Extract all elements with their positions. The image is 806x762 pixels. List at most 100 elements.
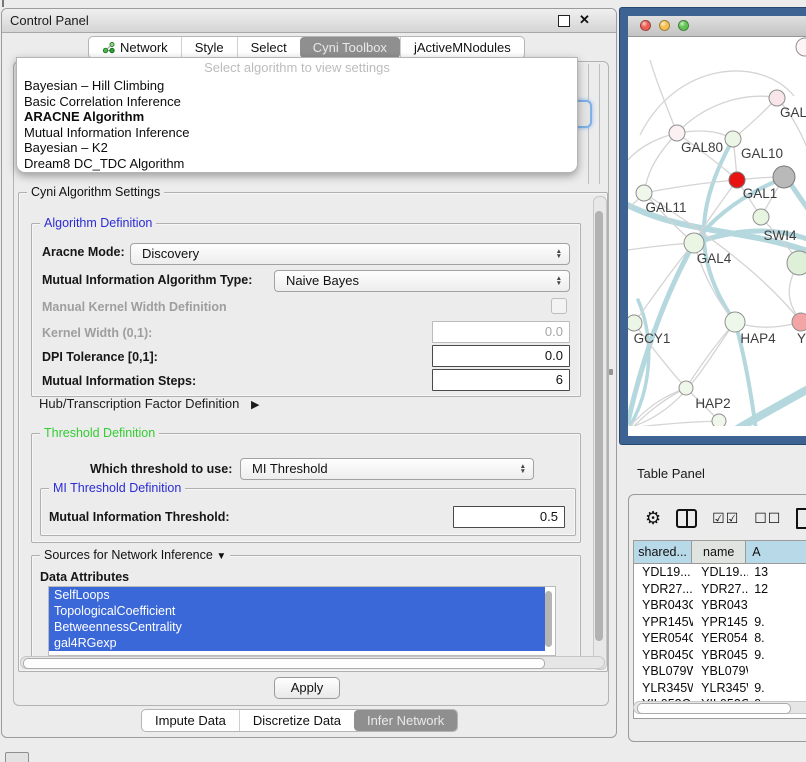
network-node-gal4[interactable] (684, 233, 704, 253)
table-toolbar: ⚙ ☑☑ ☐☐ (645, 507, 806, 529)
algorithm-option-mutual-information-inference[interactable]: Mutual Information Inference (17, 125, 577, 141)
table-row[interactable]: YBL079WYBL079W (634, 663, 806, 680)
tab-discretize-data[interactable]: Discretize Data (239, 710, 354, 731)
node-label-hap4: HAP4 (740, 331, 776, 346)
panel-divider-grip[interactable] (609, 369, 613, 375)
settings-vertical-scrollbar[interactable] (593, 196, 607, 670)
sources-title: Sources for Network Inference (44, 548, 213, 562)
attribute-item-topologicalcoefficient[interactable]: TopologicalCoefficient (49, 603, 545, 619)
node-label-gal1: GAL1 (743, 186, 778, 201)
tab-style[interactable]: Style (181, 37, 237, 58)
attribute-item-selfloops[interactable]: SelfLoops (49, 587, 545, 603)
settings-gear-icon[interactable]: ⚙ (645, 508, 661, 528)
tab-infer-network[interactable]: Infer Network (354, 710, 457, 731)
sources-collapse-toggle[interactable]: Sources for Network Inference ▼ (40, 548, 230, 562)
mi-threshold-field[interactable]: 0.5 (453, 506, 565, 528)
table-row[interactable]: YBR043CYBR043C (634, 597, 806, 614)
aracne-mode-combobox[interactable]: Discovery (130, 243, 570, 265)
zoom-button[interactable] (678, 20, 689, 31)
network-node[interactable] (787, 251, 806, 275)
table-panel-window: ⚙☑☑☐☐ shared...nameA YDL19...YDL19...13Y… (628, 494, 806, 742)
tab-select[interactable]: Select (237, 37, 300, 58)
node-label-gal4: GAL4 (697, 251, 732, 266)
apply-button[interactable]: Apply (274, 677, 340, 699)
network-node[interactable] (796, 38, 806, 56)
table-row[interactable]: YLR345WYLR345W9. (634, 680, 806, 697)
column-header-shared-[interactable]: shared... (634, 541, 692, 564)
kernel-width-field[interactable]: 0.0 (432, 321, 570, 343)
settings-horizontal-scrollbar-thumb[interactable] (23, 658, 545, 669)
unchecked-columns-icon[interactable]: ☐☐ (754, 510, 781, 527)
checked-columns-icon[interactable]: ☑☑ (712, 510, 739, 527)
network-node-gal11[interactable] (636, 185, 652, 201)
attributes-scrollbar-thumb[interactable] (545, 591, 552, 647)
mi-steps-label: Mutual Information Steps: (42, 374, 196, 388)
table-horizontal-scrollbar-thumb[interactable] (637, 703, 791, 714)
manual-kernel-label: Manual Kernel Width Definition (42, 300, 227, 314)
settings-vertical-scrollbar-thumb[interactable] (595, 211, 603, 641)
which-threshold-value: MI Threshold (252, 461, 328, 476)
network-node[interactable] (773, 166, 795, 188)
split-view-icon[interactable] (676, 509, 697, 528)
network-node-gal80[interactable] (669, 125, 685, 141)
attribute-item-gal4rgexp[interactable]: gal4RGexp (49, 635, 545, 651)
tab-label: jActiveMNodules (414, 40, 511, 55)
stepper-arrows-icon (556, 245, 562, 263)
algorithm-definition-title: Algorithm Definition (40, 216, 156, 230)
table-row[interactable]: YBR045CYBR045C9. (634, 647, 806, 664)
algorithm-options-list: Bayesian – Hill ClimbingBasic Correlatio… (17, 78, 577, 171)
partial-button[interactable] (5, 752, 29, 762)
table-row[interactable]: YDL19...YDL19...13 (634, 564, 806, 581)
tab-label: Discretize Data (253, 713, 341, 728)
column-header-name[interactable]: name (692, 541, 746, 564)
which-threshold-combobox[interactable]: MI Threshold (240, 458, 534, 480)
document-icon[interactable] (796, 508, 806, 529)
table-cell: YER054C (693, 630, 748, 647)
table-horizontal-scrollbar[interactable] (633, 701, 806, 714)
network-canvas[interactable]: GALGAL80GAL10GAL1GAL11SWI4GAL4GCY1HAP4YH… (628, 36, 806, 426)
network-node-gal10[interactable] (725, 131, 741, 147)
table-cell: 9. (748, 614, 806, 631)
data-attributes-list[interactable]: SelfLoopsTopologicalCoefficientBetweenne… (48, 586, 556, 656)
table-cell (748, 663, 806, 680)
dpi-tolerance-field[interactable]: 0.0 (432, 345, 570, 367)
tab-network[interactable]: Network (89, 37, 181, 58)
tab-jactivemnodules[interactable]: jActiveMNodules (400, 37, 524, 58)
mi-steps-field[interactable]: 6 (432, 369, 570, 391)
attribute-item-betweennesscentrality[interactable]: BetweennessCentrality (49, 619, 545, 635)
table-cell: YDL19... (693, 564, 748, 581)
close-button[interactable] (640, 20, 651, 31)
network-node-gal[interactable] (769, 90, 785, 106)
table-row[interactable]: YER054CYER054C8. (634, 630, 806, 647)
algorithm-option-basic-correlation-inference[interactable]: Basic Correlation Inference (17, 94, 577, 110)
algorithm-option-bayesian-k2[interactable]: Bayesian – K2 (17, 140, 577, 156)
minimize-button[interactable] (659, 20, 670, 31)
network-node-y[interactable] (792, 313, 806, 331)
mi-threshold-group-title: MI Threshold Definition (49, 481, 185, 495)
tab-impute-data[interactable]: Impute Data (142, 710, 239, 731)
network-node-gcy1[interactable] (628, 315, 642, 331)
network-node-hap4[interactable] (725, 312, 745, 332)
network-node[interactable] (712, 414, 726, 426)
algorithm-option-bayesian-hill-climbing[interactable]: Bayesian – Hill Climbing (17, 78, 577, 94)
network-node-swi4[interactable] (753, 209, 769, 225)
mi-type-combobox[interactable]: Naive Bayes (274, 270, 570, 292)
tab-cyni-toolbox[interactable]: Cyni Toolbox (300, 37, 400, 58)
table-row[interactable]: YPR145WYPR145W9. (634, 614, 806, 631)
table-row[interactable]: YDR27...YDR27...12 (634, 581, 806, 598)
close-panel-button[interactable]: ✕ (579, 12, 590, 28)
network-node-hap2[interactable] (679, 381, 693, 395)
column-header-a[interactable]: A (746, 541, 806, 564)
stepper-arrows-icon (520, 460, 526, 478)
table-cell: 12 (748, 581, 806, 598)
float-button[interactable] (558, 15, 570, 27)
table-panel-title: Table Panel (637, 466, 705, 481)
algorithm-option-dream8-dc-tdc-algorithm[interactable]: Dream8 DC_TDC Algorithm (17, 156, 577, 172)
node-table[interactable]: shared...nameA YDL19...YDL19...13YDR27..… (633, 540, 806, 719)
manual-kernel-checkbox[interactable] (551, 298, 567, 314)
settings-horizontal-scrollbar[interactable] (20, 656, 605, 669)
hub-definition-expander[interactable]: Hub/Transcription Factor Definition ▶ (39, 396, 259, 411)
network-window-titlebar (628, 16, 806, 37)
table-cell: YBL079W (693, 663, 748, 680)
algorithm-option-aracne-algorithm[interactable]: ARACNE Algorithm (17, 109, 577, 125)
